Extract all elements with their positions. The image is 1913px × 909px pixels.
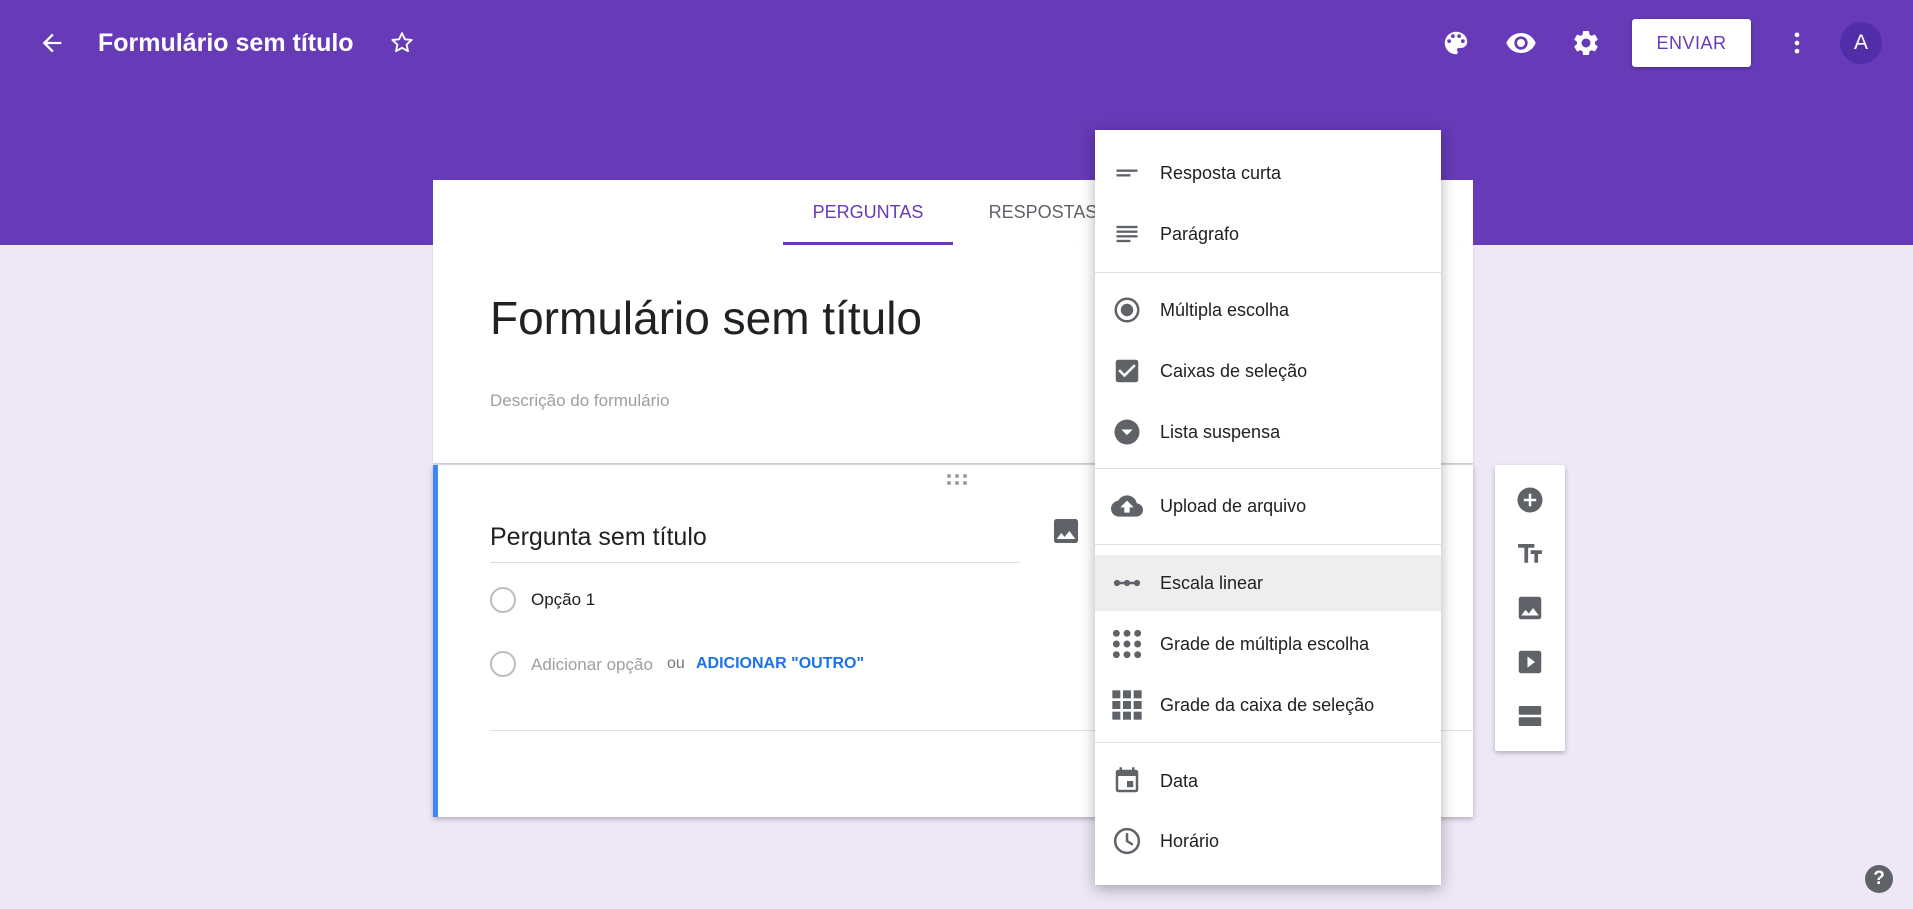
add-image-icon[interactable] <box>1050 515 1082 552</box>
menu-item-label: Grade de múltipla escolha <box>1160 634 1370 654</box>
menu-item-label: Múltipla escolha <box>1160 300 1290 320</box>
dropdown-icon <box>1111 416 1143 448</box>
radio-icon <box>490 651 516 677</box>
add-option-field[interactable]: Adicionar opção <box>531 655 653 675</box>
question-type-menu: Resposta curta Parágrafo Múltipla escolh… <box>1095 130 1441 885</box>
menu-item-file-upload[interactable]: Upload de arquivo <box>1095 478 1441 534</box>
calendar-icon <box>1111 765 1143 797</box>
eye-icon[interactable] <box>1497 19 1545 67</box>
avatar[interactable]: A <box>1840 22 1882 64</box>
image-icon[interactable] <box>1506 584 1554 632</box>
title-icon[interactable] <box>1506 530 1554 578</box>
menu-item-label: Horário <box>1160 831 1220 851</box>
linear-scale-icon <box>1111 567 1143 599</box>
square-grid-icon <box>1111 689 1143 721</box>
side-toolbar <box>1495 465 1565 751</box>
menu-divider <box>1095 272 1441 273</box>
menu-item-label: Upload de arquivo <box>1160 496 1307 516</box>
menu-item-multiple-choice-grid[interactable]: Grade de múltipla escolha <box>1095 616 1441 672</box>
menu-divider <box>1095 468 1441 469</box>
cloud-upload-icon <box>1111 490 1143 522</box>
short-answer-icon <box>1111 157 1143 189</box>
menu-item-checkboxes[interactable]: Caixas de seleção <box>1095 343 1441 399</box>
menu-item-label: Resposta curta <box>1160 163 1282 183</box>
menu-item-linear-scale[interactable]: Escala linear <box>1095 555 1441 611</box>
menu-item-multiple-choice[interactable]: Múltipla escolha <box>1095 282 1441 338</box>
menu-item-label: Lista suspensa <box>1160 422 1281 442</box>
more-vert-icon[interactable] <box>1773 19 1821 67</box>
menu-item-date[interactable]: Data <box>1095 753 1441 809</box>
back-arrow-icon[interactable] <box>28 19 76 67</box>
radio-icon <box>490 587 516 613</box>
add-other-link[interactable]: ADICIONAR "OUTRO" <box>696 655 864 673</box>
star-icon[interactable] <box>378 19 426 67</box>
help-icon[interactable]: ? <box>1865 865 1893 893</box>
menu-item-label: Caixas de seleção <box>1160 361 1308 381</box>
palette-icon[interactable] <box>1432 19 1480 67</box>
menu-item-label: Escala linear <box>1160 573 1264 593</box>
radio-icon <box>1111 294 1143 326</box>
menu-item-label: Grade da caixa de seleção <box>1160 695 1375 715</box>
app-title[interactable]: Formulário sem título <box>98 24 354 62</box>
menu-item-paragraph[interactable]: Parágrafo <box>1095 206 1441 262</box>
add-circle-icon[interactable] <box>1506 476 1554 524</box>
gear-icon[interactable] <box>1562 19 1610 67</box>
video-icon[interactable] <box>1506 638 1554 686</box>
section-icon[interactable] <box>1506 692 1554 740</box>
form-description-field[interactable]: Descrição do formulário <box>490 391 670 411</box>
menu-item-checkbox-grid[interactable]: Grade da caixa de seleção <box>1095 677 1441 733</box>
menu-item-label: Parágrafo <box>1160 224 1240 244</box>
question-title-input[interactable]: Pergunta sem título <box>490 523 1020 563</box>
menu-item-label: Data <box>1160 771 1199 791</box>
dot-grid-icon <box>1111 628 1143 660</box>
tab-questions[interactable]: PERGUNTAS <box>783 180 953 245</box>
menu-divider <box>1095 544 1441 545</box>
form-title[interactable]: Formulário sem título <box>490 291 922 345</box>
menu-item-time[interactable]: Horário <box>1095 813 1441 869</box>
drag-handle-icon[interactable] <box>945 473 969 487</box>
menu-item-short-answer[interactable]: Resposta curta <box>1095 145 1441 201</box>
or-label: ou <box>667 655 685 672</box>
menu-item-dropdown[interactable]: Lista suspensa <box>1095 404 1441 460</box>
paragraph-icon <box>1111 218 1143 250</box>
clock-icon <box>1111 825 1143 857</box>
send-button[interactable]: ENVIAR <box>1632 19 1751 67</box>
menu-divider <box>1095 742 1441 743</box>
checkbox-icon <box>1111 355 1143 387</box>
option-label[interactable]: Opção 1 <box>531 590 595 610</box>
